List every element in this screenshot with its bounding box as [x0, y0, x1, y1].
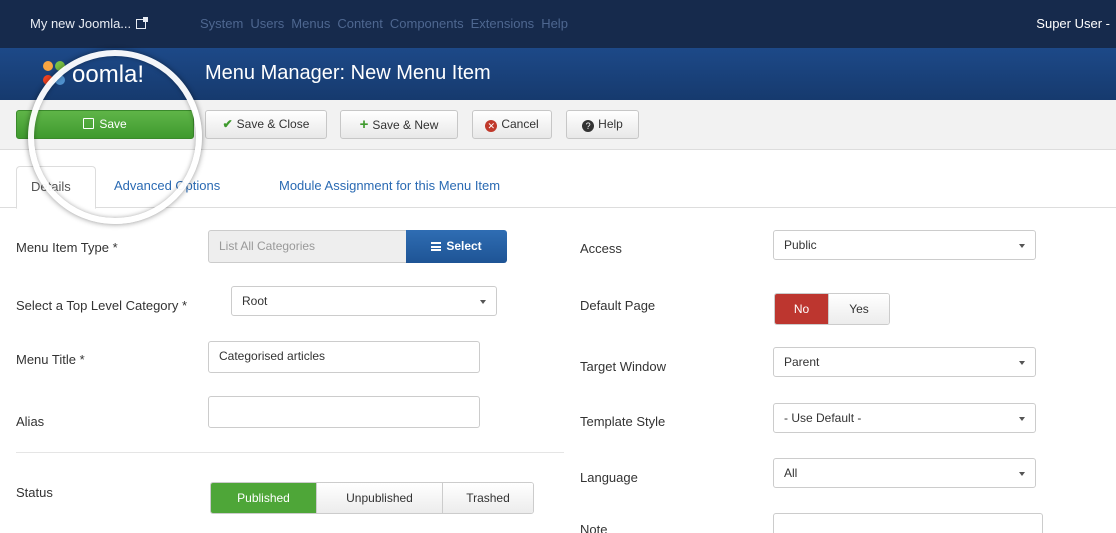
- access-select[interactable]: Public: [773, 230, 1036, 260]
- tab-details[interactable]: Details: [16, 166, 96, 209]
- menu-help[interactable]: Help: [541, 16, 568, 31]
- save-close-button[interactable]: ✔ Save & Close: [205, 110, 327, 139]
- top-level-category-label: Select a Top Level Category *: [16, 298, 188, 313]
- joomla-logo: oomla!: [43, 61, 144, 88]
- template-style-label: Template Style: [580, 414, 666, 429]
- target-window-select[interactable]: Parent: [773, 347, 1036, 377]
- list-icon: [431, 242, 442, 251]
- tab-advanced-options[interactable]: Advanced Options: [114, 178, 220, 193]
- menu-system[interactable]: System: [200, 16, 243, 31]
- default-page-no[interactable]: No: [775, 294, 829, 324]
- admin-top-nav: My new Joomla... System Users Menus Cont…: [0, 0, 1116, 48]
- default-page-toggle: No Yes: [774, 293, 890, 325]
- site-link[interactable]: My new Joomla...: [30, 16, 149, 31]
- access-label: Access: [580, 241, 622, 256]
- default-page-label: Default Page: [580, 298, 656, 313]
- save-new-label: Save & New: [372, 118, 439, 132]
- cancel-label: Cancel: [501, 117, 539, 131]
- save-label: Save: [99, 117, 127, 131]
- save-close-label: Save & Close: [236, 117, 310, 131]
- cancel-icon: ✕: [485, 120, 498, 132]
- status-trashed[interactable]: Trashed: [443, 483, 533, 513]
- help-button[interactable]: ? Help: [566, 110, 639, 139]
- status-published[interactable]: Published: [211, 483, 317, 513]
- menu-menus[interactable]: Menus: [291, 16, 330, 31]
- status-toggle: Published Unpublished Trashed: [210, 482, 534, 514]
- site-name[interactable]: My new Joomla...: [30, 16, 131, 31]
- section-divider: [16, 452, 564, 453]
- menu-content[interactable]: Content: [337, 16, 383, 31]
- alias-input[interactable]: [208, 396, 480, 428]
- save-new-button[interactable]: + Save & New: [340, 110, 458, 139]
- status-label: Status: [16, 485, 53, 500]
- note-input[interactable]: [773, 513, 1043, 533]
- menu-title-label: Menu Title *: [16, 352, 85, 367]
- language-label: Language: [580, 470, 638, 485]
- tab-module-assignment[interactable]: Module Assignment for this Menu Item: [279, 178, 500, 193]
- svg-text:oomla!: oomla!: [72, 61, 144, 88]
- menu-extensions[interactable]: Extensions: [471, 16, 535, 31]
- toolbar: Save ✔ Save & Close + Save & New ✕ Cancel ?…: [0, 100, 1116, 150]
- edit-tabs: Details Advanced Options Module Assignme…: [0, 160, 1116, 209]
- menu-item-type-label: Menu Item Type *: [16, 240, 118, 255]
- admin-menu: System Users Menus Content Components Ex…: [200, 16, 568, 31]
- edit-icon: [83, 118, 95, 129]
- menu-item-type-field: List All Categories: [208, 230, 408, 263]
- check-icon: ✔: [222, 117, 233, 131]
- language-select[interactable]: All: [773, 458, 1036, 488]
- target-window-label: Target Window: [580, 359, 666, 374]
- template-style-select[interactable]: - Use Default -: [773, 403, 1036, 433]
- default-page-yes[interactable]: Yes: [829, 294, 889, 324]
- save-button[interactable]: Save: [16, 110, 194, 139]
- external-link-icon: [136, 17, 149, 29]
- page-title: Menu Manager: New Menu Item: [205, 62, 491, 84]
- menu-components[interactable]: Components: [390, 16, 464, 31]
- page-header: oomla! Menu Manager: New Menu Item: [0, 48, 1116, 100]
- menu-users[interactable]: Users: [250, 16, 284, 31]
- select-type-button[interactable]: Select: [406, 230, 507, 263]
- select-label: Select: [446, 239, 482, 253]
- help-label: Help: [598, 117, 623, 131]
- note-label: Note: [580, 522, 608, 533]
- status-unpublished[interactable]: Unpublished: [317, 483, 443, 513]
- cancel-button[interactable]: ✕ Cancel: [472, 110, 552, 139]
- user-menu[interactable]: Super User -: [1036, 16, 1110, 31]
- top-level-category-select[interactable]: Root: [231, 286, 497, 316]
- alias-label: Alias: [16, 414, 45, 429]
- plus-icon: +: [359, 116, 369, 133]
- menu-title-input[interactable]: Categorised articles: [208, 341, 480, 373]
- question-icon: ?: [582, 120, 595, 132]
